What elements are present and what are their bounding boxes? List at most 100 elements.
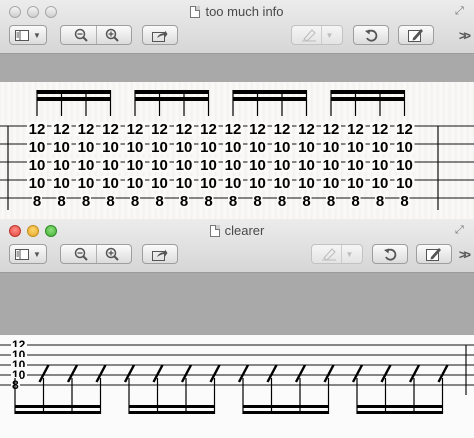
fret-number: 10: [396, 157, 413, 174]
chevron-down-icon: ▼: [345, 249, 354, 259]
fret-number: 10: [372, 157, 389, 174]
beam: [15, 411, 101, 414]
tab-page: 12 10 10 10 8 12 10 10 10 8 12 10 10 10 8 12 10 10 10 8 12 10…: [0, 82, 474, 219]
highlight-button[interactable]: ▼: [311, 244, 363, 264]
fret-number: 10: [274, 157, 291, 174]
beam: [135, 90, 209, 94]
toolbar-overflow-button[interactable]: >>: [459, 247, 471, 262]
fret-number: 10: [347, 157, 364, 174]
fret-number: 10: [200, 175, 217, 192]
highlight-icon: [321, 248, 336, 261]
tab-staff-clear: 121010108: [0, 337, 474, 414]
beam: [15, 405, 101, 408]
sidebar-icon: [15, 248, 30, 260]
fullscreen-icon[interactable]: ⤢: [455, 6, 466, 17]
fret-number: 8: [180, 193, 188, 210]
fret-number: 10: [249, 157, 266, 174]
beam: [37, 97, 111, 101]
fret-number: 10: [396, 175, 413, 192]
fret-number: 8: [33, 193, 41, 210]
sidebar-button[interactable]: ▼: [9, 244, 47, 264]
fret-number: 8: [351, 193, 359, 210]
zoom-out-icon[interactable]: [74, 247, 88, 261]
fret-number: 10: [151, 157, 168, 174]
annotate-button[interactable]: [416, 244, 452, 264]
fret-number: 10: [53, 139, 70, 156]
fullscreen-icon[interactable]: ⤢: [455, 225, 466, 236]
rotate-icon: [384, 248, 397, 261]
fret-number: 10: [151, 139, 168, 156]
beam: [357, 405, 443, 408]
zoom-control[interactable]: [60, 244, 132, 264]
window-title: clearer: [0, 222, 474, 240]
fret-number: 10: [298, 139, 315, 156]
rotate-button[interactable]: [353, 25, 389, 45]
fret-number: 10: [53, 175, 70, 192]
zoom-in-icon[interactable]: [105, 28, 119, 42]
fret-number: 12: [102, 121, 119, 138]
fret-number: 10: [127, 157, 144, 174]
sidebar-icon: [15, 29, 30, 41]
sidebar-button[interactable]: ▼: [9, 25, 47, 45]
fret-number: 10: [29, 175, 46, 192]
fret-number: 10: [102, 175, 119, 192]
fret-number: 10: [323, 175, 340, 192]
zoom-control[interactable]: [60, 25, 132, 45]
fret-number: 12: [274, 121, 291, 138]
rotate-icon: [365, 29, 378, 42]
fret-number: 12: [372, 121, 389, 138]
fret-number: 12: [29, 121, 46, 138]
fret-number: 10: [151, 175, 168, 192]
window-toolbar: too much info ⤢ ▼ ▼ >>: [0, 0, 474, 54]
beam: [233, 90, 307, 94]
beam: [331, 90, 405, 94]
fret-number: 10: [249, 139, 266, 156]
fret-number: 12: [396, 121, 413, 138]
beam: [37, 90, 111, 94]
fret-number: 8: [400, 193, 408, 210]
beam: [243, 405, 329, 408]
beam: [129, 405, 215, 408]
fret-number: 10: [225, 139, 242, 156]
zoom-out-icon[interactable]: [74, 28, 88, 42]
fret-number: 10: [29, 157, 46, 174]
fret-number: 10: [176, 175, 193, 192]
fret-number: 10: [29, 139, 46, 156]
toolbar-overflow-button[interactable]: >>: [459, 28, 471, 43]
canvas-background: [0, 54, 474, 82]
fret-number: 10: [396, 139, 413, 156]
window-title-text: clearer: [224, 223, 265, 238]
fret-number: 8: [204, 193, 212, 210]
beam: [135, 97, 209, 101]
fret-number: 8: [327, 193, 335, 210]
fret-number: 10: [225, 175, 242, 192]
fret-number: 10: [78, 157, 95, 174]
fret-number: 10: [78, 175, 95, 192]
annotate-icon: [408, 29, 423, 42]
beam: [129, 411, 215, 414]
highlight-button[interactable]: ▼: [291, 25, 343, 45]
fret-number: 12: [298, 121, 315, 138]
fret-number: 10: [127, 175, 144, 192]
fret-number: 12: [176, 121, 193, 138]
fret-number: 8: [229, 193, 237, 210]
share-button[interactable]: [142, 25, 178, 45]
fret-number: 12: [78, 121, 95, 138]
share-button[interactable]: [142, 244, 178, 264]
fret-number: 10: [274, 139, 291, 156]
window-clearer: clearer ⤢ ▼ ▼ >> 121010108: [0, 219, 474, 438]
rotate-button[interactable]: [372, 244, 408, 264]
fret-number: 8: [253, 193, 261, 210]
fret-number: 10: [274, 175, 291, 192]
fret-number: 10: [127, 139, 144, 156]
zoom-in-icon[interactable]: [105, 247, 119, 261]
chevron-down-icon: ▼: [325, 30, 334, 40]
annotate-button[interactable]: [398, 25, 434, 45]
fret-number: 10: [102, 139, 119, 156]
fret-number: 12: [347, 121, 364, 138]
fret-number: 8: [82, 193, 90, 210]
fret-number: 10: [53, 157, 70, 174]
share-icon: [152, 249, 168, 261]
window-toolbar: clearer ⤢ ▼ ▼ >>: [0, 219, 474, 273]
fret-number: 10: [102, 157, 119, 174]
